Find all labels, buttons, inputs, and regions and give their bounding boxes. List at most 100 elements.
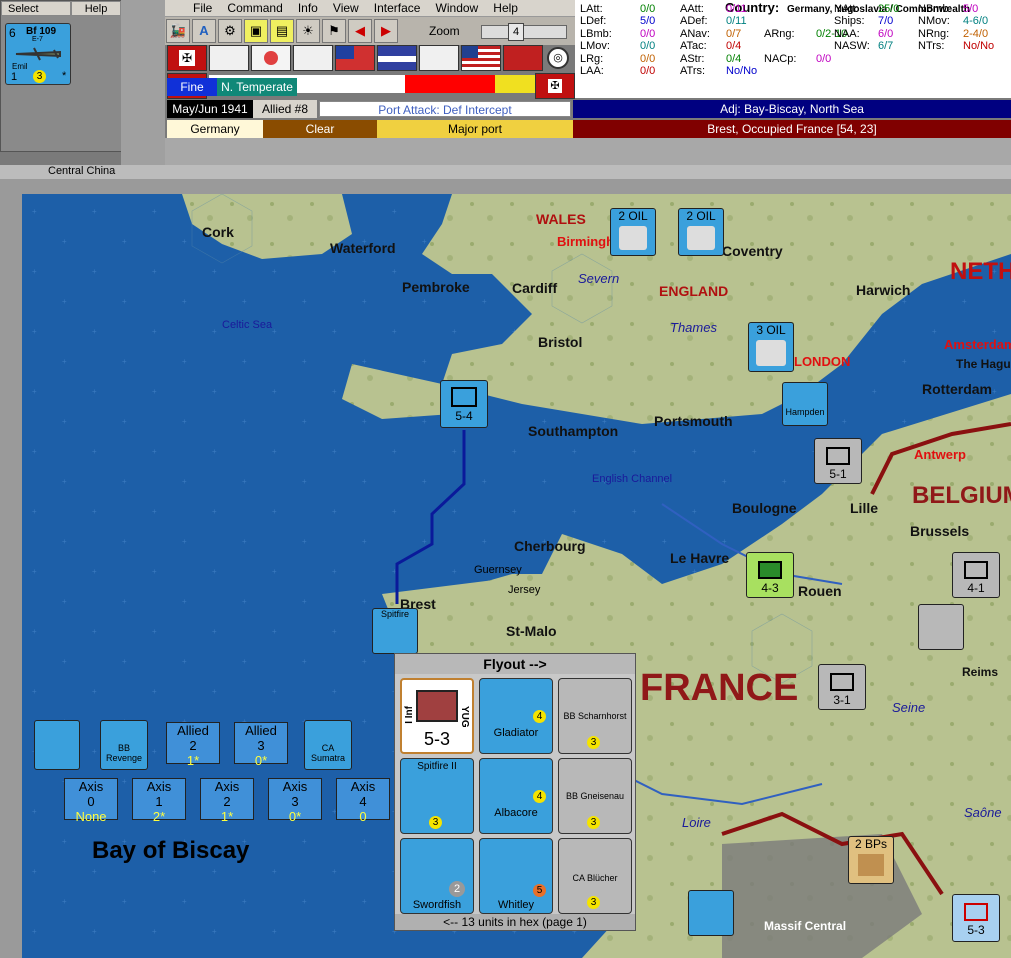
flag-icon[interactable]: ⚑	[322, 19, 346, 43]
ca-sumatra-counter[interactable]: CA Sumatra	[304, 720, 352, 770]
german-counter-3[interactable]: 3-1	[818, 664, 866, 710]
oil-resource-3[interactable]: 3 OIL	[748, 322, 794, 372]
menu-command[interactable]: Command	[221, 0, 288, 16]
spitfire-counter[interactable]: Spitfire	[372, 608, 418, 654]
city-cork[interactable]: Cork	[202, 224, 234, 240]
city-boulogne[interactable]: Boulogne	[732, 500, 797, 516]
sea-celtic: Celtic Sea	[222, 319, 273, 331]
city-harwich[interactable]: Harwich	[856, 282, 910, 298]
flag-neutral[interactable]	[293, 45, 333, 71]
german-counter-2[interactable]: 4-1	[952, 552, 1000, 598]
flyout-unit-scharnhorst[interactable]: BB Scharnhorst 3	[558, 678, 632, 754]
stat-label: LRg:	[580, 52, 604, 65]
zoom-slider[interactable]: 4	[481, 23, 567, 41]
city-london[interactable]: LONDON	[794, 354, 850, 369]
flyout-unit-gladiator[interactable]: Gladiator 4	[479, 678, 553, 754]
stat-value: 25/0	[878, 3, 900, 15]
flag-germany-3[interactable]: ✠	[535, 73, 575, 99]
oil-label: 2 OIL	[618, 209, 648, 223]
city-le-havre[interactable]: Le Havre	[670, 550, 729, 566]
menu-help[interactable]: Help	[487, 0, 524, 16]
infantry-counter[interactable]: 5-4	[440, 380, 488, 428]
flyout-unit-gneisenau[interactable]: BB Gneisenau 3	[558, 758, 632, 834]
flyout-footer[interactable]: <-- 13 units in hex (page 1)	[395, 914, 635, 930]
menu-file[interactable]: File	[187, 0, 218, 16]
city-rotterdam[interactable]: Rotterdam	[922, 381, 992, 397]
flyout-unit-spitfire[interactable]: Spitfire II 3	[400, 758, 474, 834]
zoom-thumb[interactable]: 4	[508, 23, 524, 41]
city-reims[interactable]: Reims	[962, 665, 998, 679]
city-brussels[interactable]: Brussels	[910, 523, 969, 539]
infantry-icon	[826, 447, 850, 465]
hex-country: Germany	[167, 120, 263, 138]
hampden-counter[interactable]: Hampden	[782, 382, 828, 426]
flyout-title[interactable]: Flyout -->	[395, 654, 635, 674]
city-lille[interactable]: Lille	[850, 500, 878, 516]
arrow-right-icon[interactable]: ▶	[374, 19, 398, 43]
selected-unit-counter[interactable]: 6 Bf 109 E-7 Emil 1 3 *	[5, 23, 71, 85]
stat-value: 0/0	[640, 27, 656, 40]
sea-box-axis-2[interactable]: Axis 2 1*	[200, 778, 254, 824]
help-button[interactable]: Help	[71, 1, 121, 16]
city-cardiff[interactable]: Cardiff	[512, 280, 557, 296]
city-pembroke[interactable]: Pembroke	[402, 279, 470, 295]
sun-icon[interactable]: ☀	[296, 19, 320, 43]
city-coventry[interactable]: Coventry	[722, 243, 783, 259]
sea-box-allied-2[interactable]: Allied 2 1*	[166, 722, 220, 768]
bb-revenge-counter[interactable]: BB Revenge	[100, 720, 148, 770]
vg33-counter[interactable]	[688, 890, 734, 936]
city-the-hague[interactable]: The Hague	[956, 357, 1011, 371]
city-waterford[interactable]: Waterford	[330, 240, 396, 256]
menu-window[interactable]: Window	[430, 0, 485, 16]
flyout-unit-whitley[interactable]: Whitley 5	[479, 838, 553, 914]
italian-counter[interactable]: 4-3	[746, 552, 794, 598]
save-icon[interactable]: ▣	[244, 19, 268, 43]
target-icon[interactable]: ◎	[547, 47, 569, 69]
font-icon[interactable]: A	[192, 19, 216, 43]
flyout-unit-swordfish[interactable]: Swordfish 2	[400, 838, 474, 914]
city-antwerp[interactable]: Antwerp	[914, 447, 966, 462]
menu-interface[interactable]: Interface	[368, 0, 427, 16]
flag-uk[interactable]	[377, 45, 417, 71]
sea-box-axis-1[interactable]: Axis 1 2*	[132, 778, 186, 824]
allied-fleet-counter[interactable]	[34, 720, 80, 770]
city-st-malo[interactable]: St-Malo	[506, 623, 557, 639]
note-icon[interactable]: ▤	[270, 19, 294, 43]
french-counter[interactable]: 5-3	[952, 894, 1000, 942]
flyout-unit-infantry[interactable]: 5-3 I Inf YUG	[400, 678, 474, 754]
train-icon[interactable]: 🚂	[166, 19, 190, 43]
german-counter-1[interactable]: 5-1	[814, 438, 862, 484]
flag-usa[interactable]	[461, 45, 501, 71]
flyout-unit-albacore[interactable]: Albacore 4	[479, 758, 553, 834]
flag-italy[interactable]	[209, 45, 249, 71]
menu-view[interactable]: View	[327, 0, 365, 16]
flag-ussr[interactable]	[503, 45, 543, 71]
city-southampton[interactable]: Southampton	[528, 423, 618, 439]
sea-box-axis-3[interactable]: Axis 3 0*	[268, 778, 322, 824]
sea-box-axis-0[interactable]: Axis 0 None	[64, 778, 118, 824]
city-amsterdam[interactable]: Amsterdam	[944, 337, 1011, 352]
flag-germany[interactable]: ✠	[167, 45, 207, 71]
plane-icon	[15, 47, 61, 61]
flag-japan[interactable]	[251, 45, 291, 71]
stat-value: 0/0	[640, 40, 656, 53]
sea-box-allied-3[interactable]: Allied 3 0*	[234, 722, 288, 768]
oil-resource-2[interactable]: 2 OIL	[678, 208, 724, 256]
menu-info[interactable]: Info	[292, 0, 324, 16]
city-rouen[interactable]: Rouen	[798, 583, 842, 599]
city-portsmouth[interactable]: Portsmouth	[654, 413, 733, 429]
bf109-counter[interactable]	[918, 604, 964, 650]
map-tab-title[interactable]: Central China	[48, 165, 115, 177]
city-cherbourg[interactable]: Cherbourg	[514, 538, 586, 554]
zoom-label: Zoom	[429, 24, 460, 38]
gear-icon[interactable]: ⚙	[218, 19, 242, 43]
flag-free-france[interactable]	[419, 45, 459, 71]
flyout-unit-blucher[interactable]: CA Blücher 3	[558, 838, 632, 914]
oil-resource[interactable]: 2 OIL	[610, 208, 656, 256]
arrow-left-icon[interactable]: ◀	[348, 19, 372, 43]
build-points[interactable]: 2 BPs	[848, 836, 894, 884]
flag-china[interactable]	[335, 45, 375, 71]
sea-box-axis-4[interactable]: Axis 4 0	[336, 778, 390, 824]
select-button[interactable]: Select	[1, 1, 71, 16]
city-bristol[interactable]: Bristol	[538, 334, 582, 350]
